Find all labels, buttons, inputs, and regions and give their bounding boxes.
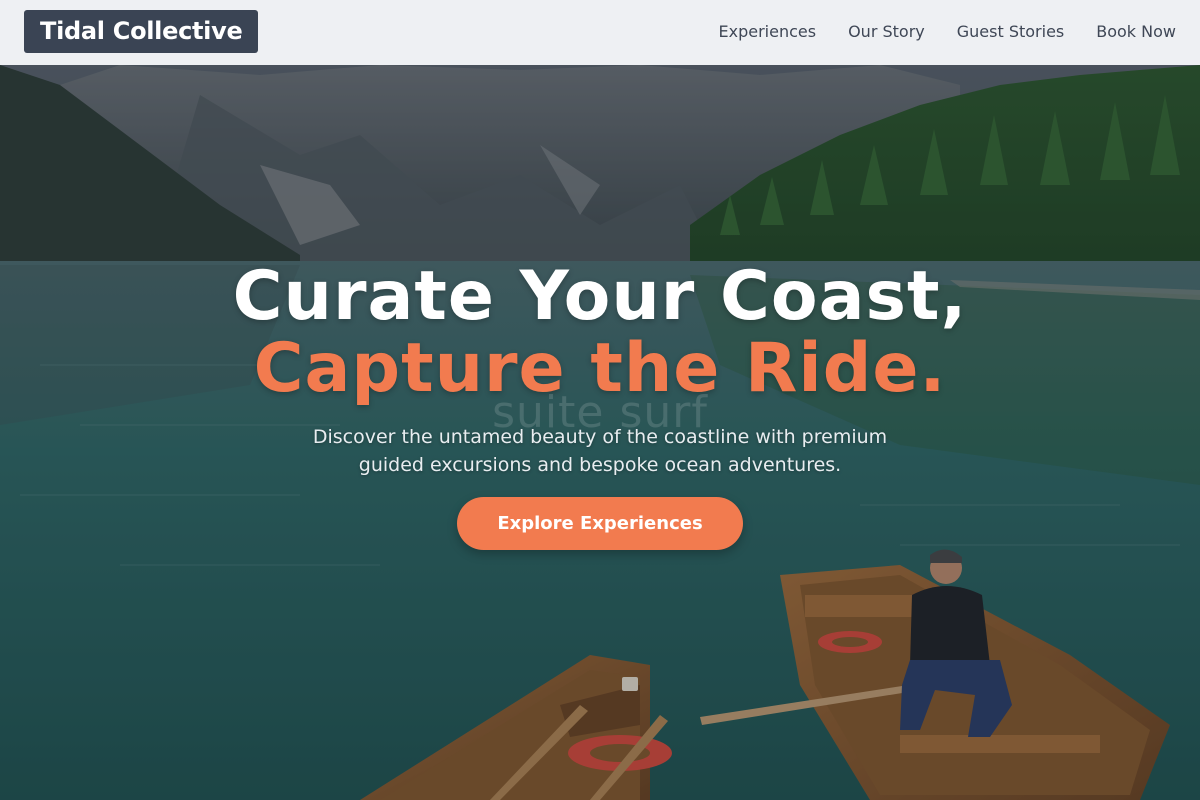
main-nav: Experiences Our Story Guest Stories Book…: [719, 0, 1176, 63]
site-header: Tidal Collective Experiences Our Story G…: [0, 0, 1200, 65]
hero-section: Curate Your Coast, Capture the Ride. sui…: [0, 65, 1200, 800]
nav-link-experiences[interactable]: Experiences: [719, 22, 817, 41]
hero-headline: Curate Your Coast, Capture the Ride.: [0, 261, 1200, 405]
hero-headline-line1: Curate Your Coast,: [232, 257, 968, 336]
explore-experiences-button[interactable]: Explore Experiences: [457, 497, 743, 550]
landing-page: Tidal Collective Experiences Our Story G…: [0, 0, 1200, 800]
hero-subtitle: Discover the untamed beauty of the coast…: [312, 426, 888, 476]
brand-logo[interactable]: Tidal Collective: [24, 10, 259, 53]
nav-link-book-now[interactable]: Book Now: [1096, 22, 1176, 41]
nav-link-our-story[interactable]: Our Story: [848, 22, 925, 41]
nav-link-guest-stories[interactable]: Guest Stories: [957, 22, 1065, 41]
